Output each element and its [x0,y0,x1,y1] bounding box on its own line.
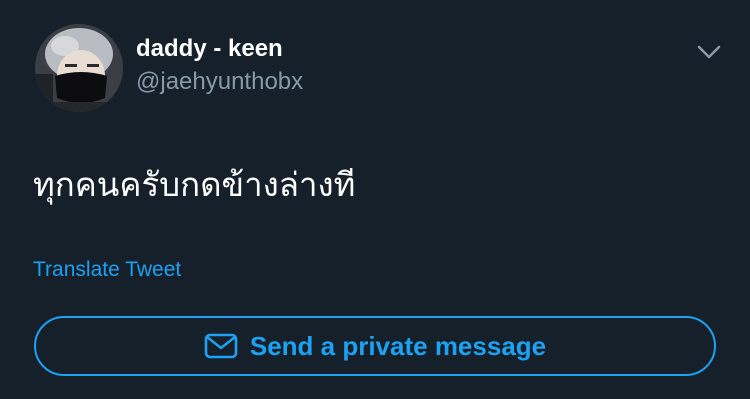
send-private-message-label: Send a private message [249,331,547,361]
author-handle[interactable]: @jaehyunthobx [136,68,303,96]
envelope-icon [204,333,238,359]
avatar[interactable] [35,24,123,112]
chevron-down-icon[interactable] [696,42,722,62]
avatar-photo-icon [35,24,123,112]
tweet-card: daddy - keen @jaehyunthobx ทุกคนครับกดข้… [0,0,750,399]
translate-tweet-link[interactable]: Translate Tweet [33,258,181,282]
author-display-name[interactable]: daddy - keen [136,35,283,63]
tweet-text: ทุกคนครับกดข้างล่างที [33,165,356,204]
send-private-message-button[interactable]: Send a private message [34,316,716,376]
